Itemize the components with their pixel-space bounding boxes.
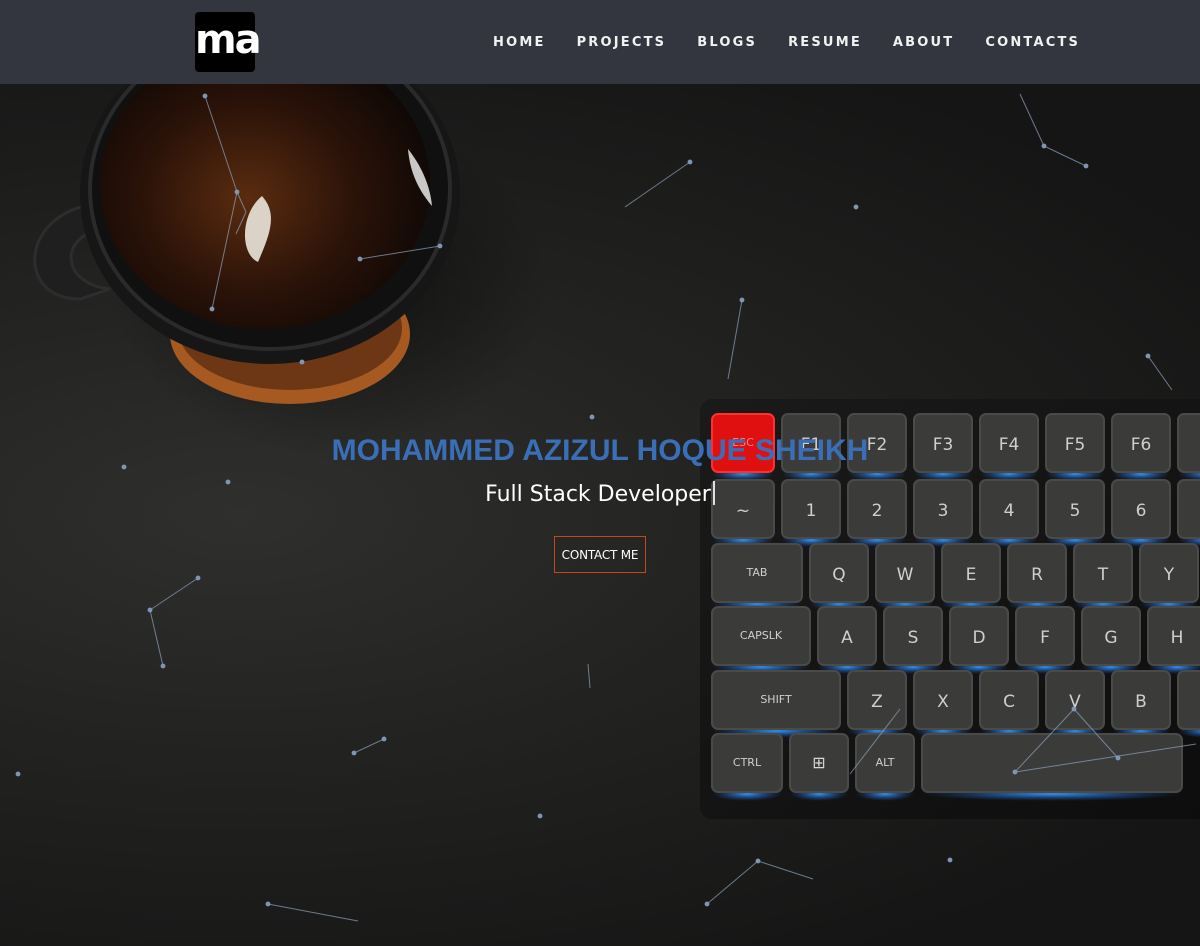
nav-resume[interactable]: RESUME [779,34,862,51]
typed-text: Full Stack Developer [485,482,711,507]
hero-title: MOHAMMED AZIZUL HOQUE SHEIKH [331,434,869,467]
site-logo[interactable]: ma [195,12,262,72]
keyboard-key [1177,670,1200,730]
keyboard-key-label: S [908,628,919,648]
nav-projects[interactable]: PROJECTS [568,34,667,51]
keyboard-key-label: X [937,692,949,712]
nav-about[interactable]: ABOUT [884,34,954,51]
keyboard-key-label: Z [871,692,883,712]
nav-home[interactable]: HOME [484,34,546,51]
keyboard-key-label: CAPSLK [740,629,783,642]
nav-blogs[interactable]: BLOGS [688,34,757,51]
keyboard-key-label: F [1040,628,1050,648]
hero-subtitle: Full Stack Developer [0,481,1200,507]
keyboard-key-label: A [841,628,853,648]
top-navbar: ma HOME PROJECTS BLOGS RESUME ABOUT CONT… [0,0,1200,84]
contact-me-button[interactable]: CONTACT ME [554,536,646,573]
hero-background-image: ESCF1F2F3F4F5F6~123456YTABQWERTYCAPSLKAS… [15,84,1200,922]
windows-key-icon: ⊞ [812,753,825,772]
hero-section: ESCF1F2F3F4F5F6~123456YTABQWERTYCAPSLKAS… [0,84,1200,946]
main-nav: HOME PROJECTS BLOGS RESUME ABOUT CONTACT… [484,34,1102,51]
keyboard-key-label: T [1097,565,1109,585]
keyboard-key-label: SHIFT [760,693,792,706]
keyboard-key-label: E [966,565,977,585]
keyboard-key-label: G [1104,628,1117,648]
keyboard-key-label: W [897,565,914,585]
keyboard-key-label: D [972,628,985,648]
keyboard-key-label: R [1031,565,1043,585]
keyboard-key-label: CTRL [733,756,762,769]
keyboard-key-label: B [1135,692,1147,712]
keyboard-key-label: Y [1163,565,1175,585]
keyboard-key-label: C [1003,692,1015,712]
keyboard-key-label: Q [832,565,845,585]
nav-contacts[interactable]: CONTACTS [976,34,1080,51]
keyboard-key-label: H [1171,628,1184,648]
keyboard-key-label: TAB [746,566,768,579]
keyboard-key [921,733,1183,793]
keyboard-key-label: ALT [876,756,895,769]
typing-cursor [712,481,715,505]
